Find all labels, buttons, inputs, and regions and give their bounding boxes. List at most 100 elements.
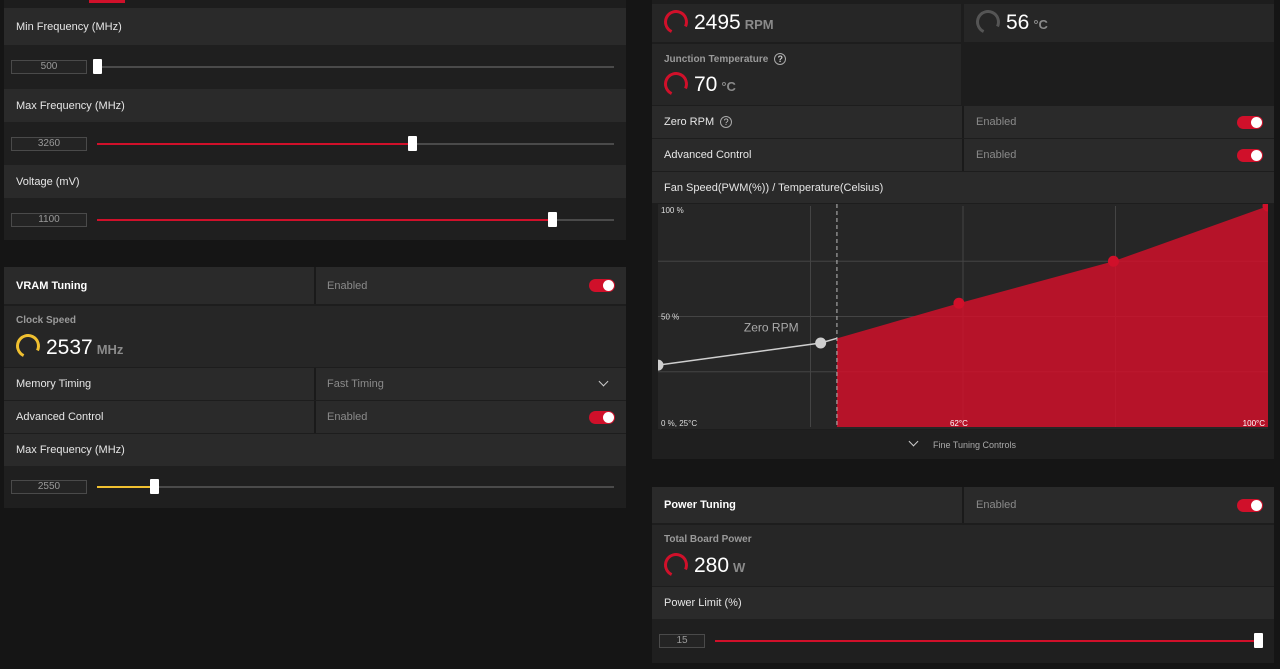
vram-advanced-control-label: Advanced Control: [16, 411, 104, 423]
vram-max-frequency-value[interactable]: 2550: [11, 480, 87, 494]
fan-advanced-control-row: Advanced Control Enabled: [652, 139, 1274, 171]
voltage-row: Voltage (mV): [4, 165, 626, 198]
slider-thumb[interactable]: [149, 479, 159, 494]
memory-timing-value[interactable]: Fast Timing: [327, 378, 384, 390]
slider-thumb[interactable]: [1254, 633, 1263, 648]
min-frequency-slider-row: 500: [4, 45, 626, 89]
power-limit-value[interactable]: 15: [659, 634, 705, 648]
clock-speed-label: Clock Speed: [16, 315, 77, 326]
min-frequency-row: Min Frequency (MHz): [4, 8, 626, 45]
zero-rpm-value: Enabled: [976, 116, 1017, 128]
junction-temperature-unit: °C: [721, 79, 736, 94]
fan-curve-chart[interactable]: 100 % 50 % 0 %, 25°C 62°C 100°C Zero RPM: [652, 200, 1274, 429]
slider-fill: [97, 219, 552, 221]
fan-curve-title: Fan Speed(PWM(%)) / Temperature(Celsius): [664, 181, 884, 194]
power-tuning-header: Power Tuning Enabled: [652, 487, 1274, 523]
help-icon[interactable]: ?: [774, 53, 787, 65]
fan-curve-point[interactable]: [815, 337, 827, 349]
vram-tuning-status: Enabled: [327, 279, 368, 292]
vram-tuning-header: VRAM Tuning Enabled: [4, 267, 626, 304]
slider-thumb[interactable]: [547, 212, 557, 227]
fan-advanced-control-toggle[interactable]: [1237, 149, 1263, 162]
chevron-down-icon[interactable]: [908, 436, 919, 447]
zero-rpm-annotation: Zero RPM: [744, 320, 799, 334]
vram-max-frequency-label: Max Frequency (MHz): [16, 444, 125, 456]
fan-curve-point[interactable]: [652, 359, 664, 371]
power-limit-row: Power Limit (%): [652, 587, 1274, 619]
clock-speed-unit: MHz: [96, 342, 124, 357]
slider-thumb[interactable]: [93, 59, 102, 74]
slider-fill: [715, 640, 1258, 642]
power-gauge-icon: [660, 549, 692, 581]
junction-temperature-value: 70: [694, 73, 718, 96]
temperature-tile: 56 °C: [964, 4, 1274, 42]
fan-curve-point[interactable]: [1107, 255, 1119, 267]
x-tick-label-max: 100°C: [1243, 419, 1266, 428]
power-tuning-status: Enabled: [976, 499, 1017, 511]
power-limit-slider-row: 15: [652, 619, 1274, 663]
vram-advanced-control-toggle[interactable]: [589, 411, 615, 424]
fan-curve-header: Fan Speed(PWM(%)) / Temperature(Celsius): [652, 172, 1274, 203]
temperature-value: 56: [1006, 11, 1030, 34]
total-board-power-value: 280: [694, 554, 730, 577]
total-board-power-readout: 280 W: [694, 554, 745, 578]
voltage-label: Voltage (mV): [16, 175, 80, 188]
slider-thumb[interactable]: [408, 136, 418, 151]
min-frequency-label: Min Frequency (MHz): [16, 20, 122, 33]
fan-curve-svg[interactable]: 100 % 50 % 0 %, 25°C 62°C 100°C Zero RPM: [652, 200, 1274, 429]
fine-tuning-row[interactable]: Fine Tuning Controls: [652, 430, 1274, 459]
fan-advanced-control-value: Enabled: [976, 149, 1017, 161]
junction-gauge-icon: [660, 68, 692, 100]
zero-rpm-label: Zero RPM: [664, 116, 715, 128]
voltage-slider[interactable]: [97, 212, 614, 227]
fan-speed-readout: 2495 RPM: [694, 11, 774, 35]
voltage-value[interactable]: 1100: [11, 213, 87, 227]
power-tuning-panel: Power Tuning Enabled Total Board Power 2…: [652, 487, 1274, 663]
clock-speed-value: 2537: [46, 336, 93, 359]
power-limit-slider[interactable]: [715, 633, 1263, 648]
vram-tuning-title: VRAM Tuning: [16, 279, 88, 292]
slider-fill: [97, 143, 413, 145]
divider: [314, 368, 316, 400]
clock-gauge-icon: [12, 330, 44, 362]
max-frequency-slider[interactable]: [97, 136, 614, 151]
vram-tuning-toggle[interactable]: [589, 279, 615, 292]
total-board-power-label: Total Board Power: [664, 534, 752, 545]
zero-rpm-row: Zero RPM? Enabled: [652, 106, 1274, 138]
junction-temperature-title: Junction Temperature?: [664, 53, 787, 65]
temperature-readout: 56 °C: [1006, 11, 1048, 35]
clock-speed-tile: Clock Speed 2537 MHz: [4, 306, 626, 367]
vram-tuning-panel: VRAM Tuning Enabled Clock Speed 2537 MHz …: [4, 267, 626, 508]
fan-speed-tile: 2495 RPM: [652, 4, 961, 42]
power-tuning-toggle[interactable]: [1237, 499, 1263, 512]
help-icon[interactable]: ?: [720, 116, 733, 128]
zero-rpm-toggle[interactable]: [1237, 116, 1263, 129]
memory-timing-row[interactable]: Memory Timing Fast Timing: [4, 368, 626, 400]
total-board-power-tile: Total Board Power 280 W: [652, 525, 1274, 586]
fan-gauge-icon: [660, 6, 692, 38]
fine-tuning-label[interactable]: Fine Tuning Controls: [933, 440, 1016, 450]
x-tick-label-mid: 62°C: [950, 419, 968, 428]
junction-temperature-label: Junction Temperature: [664, 53, 769, 65]
slider-fill: [97, 486, 154, 488]
fan-speed-value: 2495: [694, 11, 741, 34]
temperature-gauge-icon: [972, 6, 1004, 38]
divider: [962, 487, 964, 523]
divider: [962, 139, 964, 171]
chevron-down-icon[interactable]: [598, 376, 609, 387]
fan-speed-unit: RPM: [744, 17, 774, 32]
fan-advanced-control-label: Advanced Control: [664, 149, 752, 161]
min-frequency-slider[interactable]: [93, 59, 614, 74]
fan-curve-point[interactable]: [953, 297, 965, 309]
min-frequency-value[interactable]: 500: [11, 60, 87, 74]
divider: [314, 267, 316, 304]
vram-max-frequency-slider[interactable]: [97, 479, 614, 494]
divider: [962, 106, 964, 138]
vram-advanced-control-value: Enabled: [327, 411, 368, 423]
zero-rpm-title: Zero RPM?: [652, 116, 733, 128]
vram-max-frequency-row: Max Frequency (MHz): [4, 434, 626, 466]
max-frequency-value[interactable]: 3260: [11, 137, 87, 151]
total-board-power-unit: W: [733, 560, 746, 575]
y-tick-label-top: 100 %: [661, 206, 684, 215]
vram-advanced-control-row: Advanced Control Enabled: [4, 401, 626, 433]
